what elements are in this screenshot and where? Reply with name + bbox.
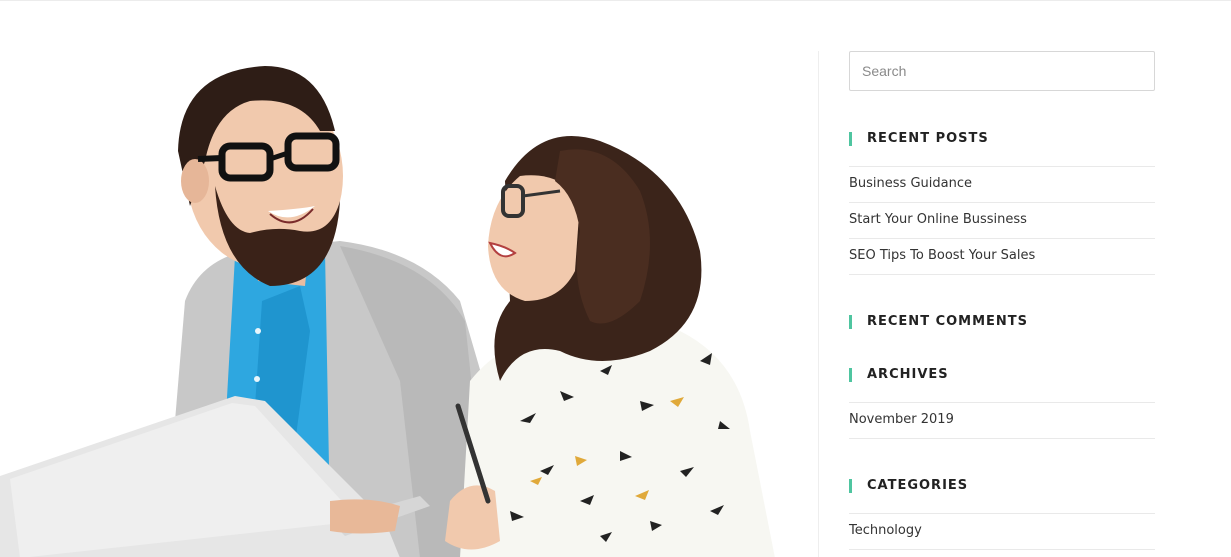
list-item: Start Your Online Bussiness (849, 203, 1155, 239)
accent-bar (849, 132, 852, 146)
categories-list: Technology (849, 513, 1155, 550)
search-input[interactable] (849, 51, 1155, 91)
list-item: Technology (849, 514, 1155, 550)
widget-title-text: RECENT POSTS (867, 131, 989, 146)
accent-bar (849, 479, 852, 493)
widget-title-text: ARCHIVES (867, 367, 949, 382)
sidebar: RECENT POSTS Business Guidance Start You… (849, 51, 1155, 550)
sidebar-divider (818, 51, 819, 557)
widget-recent-posts: RECENT POSTS Business Guidance Start You… (849, 131, 1155, 275)
archive-link[interactable]: November 2019 (849, 412, 954, 427)
widget-categories: CATEGORIES Technology (849, 478, 1155, 550)
category-link[interactable]: Technology (849, 523, 922, 538)
list-item: November 2019 (849, 403, 1155, 439)
recent-posts-list: Business Guidance Start Your Online Buss… (849, 166, 1155, 275)
widget-title-archives: ARCHIVES (849, 367, 1155, 383)
recent-post-link[interactable]: SEO Tips To Boost Your Sales (849, 248, 1035, 263)
recent-post-link[interactable]: Business Guidance (849, 176, 972, 191)
widget-title-recent-posts: RECENT POSTS (849, 131, 1155, 147)
archives-list: November 2019 (849, 402, 1155, 439)
widget-archives: ARCHIVES November 2019 (849, 367, 1155, 439)
accent-bar (849, 368, 852, 382)
widget-title-recent-comments: RECENT COMMENTS (849, 314, 1155, 330)
page: RECENT POSTS Business Guidance Start You… (0, 0, 1231, 557)
list-item: Business Guidance (849, 167, 1155, 203)
accent-bar (849, 315, 852, 329)
widget-title-text: RECENT COMMENTS (867, 314, 1029, 329)
featured-image (0, 1, 790, 557)
widget-title-text: CATEGORIES (867, 478, 969, 493)
widget-title-categories: CATEGORIES (849, 478, 1155, 494)
widget-recent-comments: RECENT COMMENTS (849, 314, 1155, 330)
recent-post-link[interactable]: Start Your Online Bussiness (849, 212, 1027, 227)
list-item: SEO Tips To Boost Your Sales (849, 239, 1155, 275)
